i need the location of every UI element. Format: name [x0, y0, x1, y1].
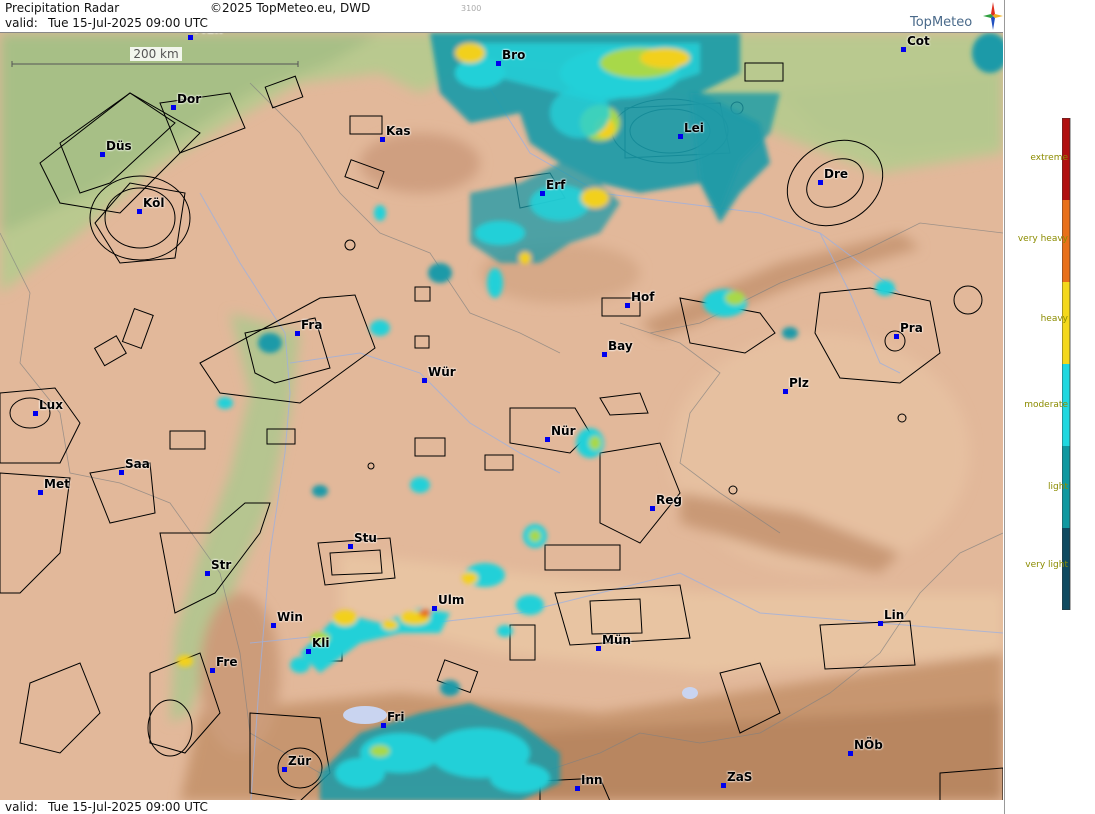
legend-label-extreme: extreme: [1030, 153, 1068, 163]
city-label: Fra: [301, 318, 323, 332]
legend-label-heavy: heavy: [1040, 314, 1068, 324]
city-dot-icon: [380, 137, 385, 142]
city-dot-icon: [575, 786, 580, 791]
city-dot-icon: [171, 105, 176, 110]
copyright-text: ©2025 TopMeteo.eu, DWD: [210, 1, 371, 15]
city-label: Plz: [789, 376, 809, 390]
lake-constance: [343, 706, 387, 724]
city-dot-icon: [894, 334, 899, 339]
city-dot-icon: [545, 437, 550, 442]
city-dot-icon: [348, 544, 353, 549]
city-label: Met: [44, 477, 70, 491]
header-bar: Precipitation Radar ©2025 TopMeteo.eu, D…: [0, 0, 1003, 32]
city-dot-icon: [596, 646, 601, 651]
city-dot-icon: [381, 723, 386, 728]
city-dot-icon: [422, 378, 427, 383]
city-dot-icon: [119, 470, 124, 475]
city-dot-icon: [205, 571, 210, 576]
legend-label-light: light: [1048, 482, 1068, 492]
map-title: Precipitation Radar: [5, 1, 120, 15]
city-label: Ulm: [438, 593, 465, 607]
city-label: Saa: [125, 457, 150, 471]
city-dot-icon: [496, 61, 501, 66]
city-dot-icon: [783, 389, 788, 394]
city-label: Kli: [312, 636, 330, 650]
city-label: Mün: [602, 633, 632, 647]
lake: [682, 687, 698, 699]
city-dot-icon: [818, 180, 823, 185]
city-label: Bro: [502, 48, 526, 62]
city-label: Win: [277, 610, 303, 624]
city-dot-icon: [188, 35, 193, 40]
city-label: Erf: [546, 178, 566, 192]
footer-valid-label: valid:: [5, 800, 38, 814]
city-label: Reg: [656, 493, 682, 507]
topmeteo-logo-text: TopMeteo: [910, 15, 973, 30]
valid-time: Tue 15-Jul-2025 09:00 UTC: [48, 16, 208, 30]
city-dot-icon: [210, 668, 215, 673]
city-label: Fri: [387, 710, 405, 724]
city-label: Dre: [824, 167, 849, 181]
city-dot-icon: [901, 47, 906, 52]
map-canvas: 200 km: [0, 33, 1003, 801]
legend-color-bar: [1062, 118, 1071, 610]
city-dot-icon: [602, 352, 607, 357]
city-dot-icon: [271, 623, 276, 628]
footer-valid-time: Tue 15-Jul-2025 09:00 UTC: [48, 800, 208, 814]
city-label: Wür: [428, 365, 456, 379]
scale-bar-label: 200 km: [133, 47, 178, 61]
image-code: 3100: [461, 4, 482, 13]
city-dot-icon: [282, 767, 287, 772]
legend-label-very-heavy: very heavy: [1017, 234, 1068, 244]
radar-map[interactable]: 200 km Mün Bro Cot Dor Kas Lei Düs Erf Dre Köl Hof…: [0, 32, 1003, 802]
footer-bar: valid: Tue 15-Jul-2025 09:00 UTC: [0, 800, 1003, 814]
city-label: Lei: [684, 121, 704, 135]
city-label: Fre: [216, 655, 238, 669]
city-label: Bay: [608, 339, 633, 353]
compass-logo-icon: [983, 2, 1003, 30]
valid-label: valid:: [5, 16, 38, 30]
city-label: Mün: [194, 33, 223, 36]
city-dot-icon: [848, 751, 853, 756]
city-label: Köl: [143, 196, 165, 210]
city-dot-icon: [295, 331, 300, 336]
city-dot-icon: [678, 134, 683, 139]
city-dot-icon: [306, 649, 311, 654]
city-label: Dor: [177, 92, 202, 106]
city-label: NÖb: [854, 738, 883, 752]
city-dot-icon: [100, 152, 105, 157]
city-label: Inn: [581, 773, 603, 787]
city-label: Str: [211, 558, 232, 572]
precipitation-legend: extreme very heavy heavy moderate light …: [1004, 0, 1095, 814]
city-dot-icon: [432, 606, 437, 611]
legend-label-moderate: moderate: [1024, 400, 1068, 410]
city-dot-icon: [38, 490, 43, 495]
city-label: Stu: [354, 531, 377, 545]
city-dot-icon: [721, 783, 726, 788]
city-label: Pra: [900, 321, 923, 335]
city-label: ZaS: [727, 770, 753, 784]
city-dot-icon: [540, 191, 545, 196]
city-dot-icon: [650, 506, 655, 511]
city-label: Lux: [39, 398, 63, 412]
city-label: Lin: [884, 608, 905, 622]
city-label: Hof: [631, 290, 655, 304]
city-dot-icon: [625, 303, 630, 308]
city-label: Zür: [288, 754, 312, 768]
city-dot-icon: [33, 411, 38, 416]
city-label: Kas: [386, 124, 411, 138]
city-dot-icon: [878, 621, 883, 626]
city-label: Cot: [907, 34, 930, 48]
city-label: Düs: [106, 139, 132, 153]
city-dot-icon: [137, 209, 142, 214]
city-label: Nür: [551, 424, 576, 438]
legend-label-very-light: very light: [1025, 560, 1068, 570]
